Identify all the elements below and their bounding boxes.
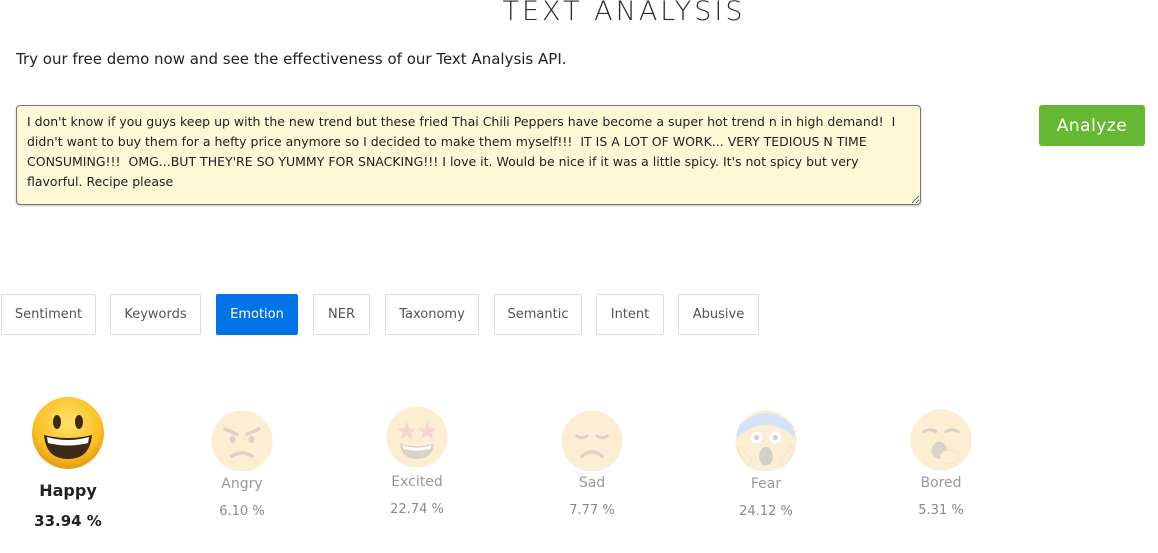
star-struck-face-icon	[386, 406, 448, 468]
analyze-button[interactable]: Analyze	[1039, 105, 1145, 146]
page-subtitle: Try our free demo now and see the effect…	[16, 50, 567, 68]
emotion-sad: Sad 7.77 %	[522, 395, 662, 518]
emotion-label: Sad	[578, 475, 606, 491]
emotion-value: 5.31 %	[918, 503, 964, 518]
tab-abusive[interactable]: Abusive	[678, 294, 759, 335]
tab-emotion[interactable]: Emotion	[216, 294, 298, 335]
page-title: TEXT ANALYSIS	[502, 0, 746, 27]
emotion-happy: Happy 33.94 %	[0, 395, 138, 530]
emotion-label: Bored	[920, 475, 962, 491]
emotion-fear: Fear 24.12 %	[696, 395, 836, 519]
emotion-label: Fear	[750, 476, 782, 492]
emotion-label: Excited	[391, 474, 443, 490]
tab-keywords[interactable]: Keywords	[110, 294, 201, 335]
emotion-angry: Angry 6.10 %	[172, 395, 312, 519]
tab-ner[interactable]: NER	[313, 294, 370, 335]
emotion-excited: Excited 22.74 %	[347, 395, 487, 517]
emotion-bored: Bored 5.31 %	[871, 395, 1011, 518]
yawning-face-icon	[910, 409, 972, 471]
emotion-label: Angry	[221, 476, 263, 492]
tab-intent[interactable]: Intent	[596, 294, 664, 335]
text-input[interactable]: I don't know if you guys keep up with th…	[16, 105, 921, 205]
tab-semantic[interactable]: Semantic	[494, 294, 582, 335]
emotion-value: 22.74 %	[390, 502, 444, 517]
emotion-value: 33.94 %	[34, 512, 102, 530]
emotion-value: 6.10 %	[219, 504, 265, 519]
sad-face-icon	[561, 410, 623, 471]
emotion-value: 7.77 %	[569, 503, 615, 518]
tab-taxonomy[interactable]: Taxonomy	[385, 294, 479, 335]
grinning-face-icon	[32, 397, 104, 469]
angry-face-icon	[211, 410, 273, 471]
screaming-fear-face-icon	[735, 410, 797, 471]
emotion-label: Happy	[39, 481, 97, 500]
emotion-value: 24.12 %	[739, 504, 793, 519]
tab-sentiment[interactable]: Sentiment	[1, 294, 96, 335]
